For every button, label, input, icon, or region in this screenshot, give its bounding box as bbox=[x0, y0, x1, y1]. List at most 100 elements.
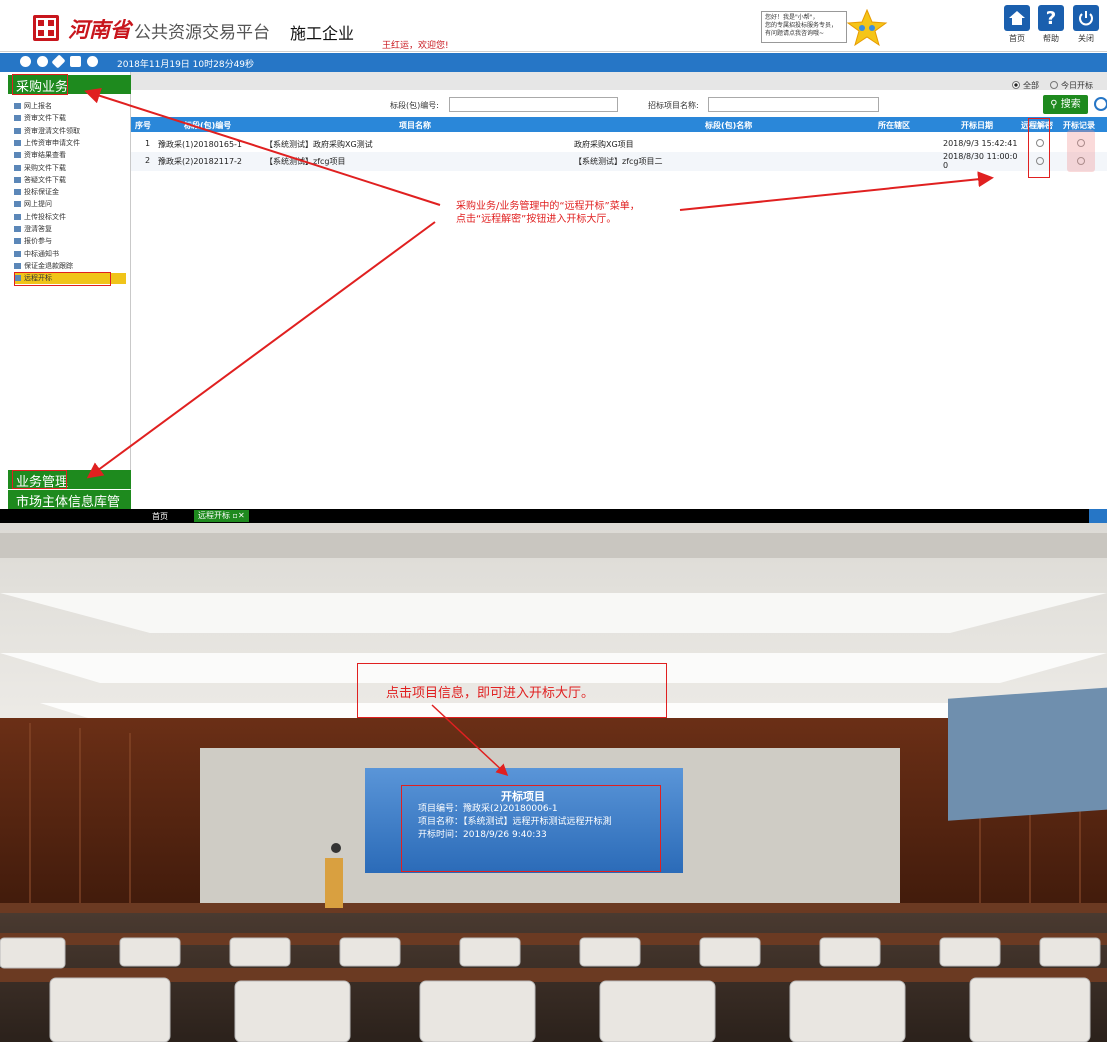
search-icon: ⚲ bbox=[1050, 99, 1058, 110]
section-no-input[interactable] bbox=[449, 97, 618, 112]
sidebar-item[interactable]: 资审文件下载 bbox=[14, 113, 66, 124]
tool-icon[interactable] bbox=[51, 54, 66, 69]
sidebar-item[interactable]: 保证金退款跟踪 bbox=[14, 261, 73, 272]
main-top-strip bbox=[131, 72, 1107, 90]
document-icon bbox=[14, 164, 21, 171]
close-button-label: 关闭 bbox=[1078, 34, 1094, 43]
document-icon bbox=[14, 139, 21, 146]
sidebar-item[interactable]: 网上报名 bbox=[14, 101, 52, 112]
mascot-star-icon[interactable] bbox=[846, 9, 888, 47]
business-menu-highlight bbox=[12, 470, 67, 489]
enterprise-type: 施工企业 bbox=[290, 24, 355, 43]
remote-opening-highlight bbox=[14, 272, 111, 287]
purchase-menu-highlight bbox=[12, 74, 68, 95]
sidebar-item[interactable]: 答疑文件下载 bbox=[14, 175, 66, 186]
col-region: 所在辖区 bbox=[878, 121, 910, 130]
assistant-bubble[interactable]: 您好！我是"小帮"， 您的专属招投标服务专员， 有问题请点我咨询哦~ bbox=[761, 11, 847, 43]
sidebar-item-label: 上传投标文件 bbox=[24, 212, 66, 221]
row-date: 2018/8/30 11:00:0 0 bbox=[943, 152, 1018, 170]
home-button-label: 首页 bbox=[1009, 34, 1025, 43]
document-icon bbox=[14, 250, 21, 257]
document-icon bbox=[14, 238, 21, 245]
tab-home[interactable]: 首页 bbox=[152, 511, 168, 522]
app-root: 河南省 公共资源交易平台 施工企业 王红运，欢迎您! 您好！我是"小帮"， 您的… bbox=[0, 0, 1107, 1042]
sidebar-item-label: 澄清答复 bbox=[24, 225, 52, 233]
hall-annotation-text: 点击项目信息，即可进入开标大厅。 bbox=[386, 686, 595, 701]
project-name-input[interactable] bbox=[708, 97, 879, 112]
row-date: 2018/9/3 15:42:41 bbox=[943, 139, 1018, 148]
main-panel: 全部 今日开标 标段(包)编号: 招标项目名称: ⚲ 搜索 序号 标段(包)编号… bbox=[131, 72, 1107, 509]
help-button[interactable]: ? 帮助 bbox=[1037, 5, 1065, 44]
col-project-name: 项目名称 bbox=[399, 121, 431, 130]
sidebar-item-label: 采购文件下载 bbox=[24, 163, 66, 172]
help-circle-icon[interactable] bbox=[87, 56, 98, 67]
sidebar-item-label: 资审文件下载 bbox=[24, 114, 66, 123]
sidebar-item[interactable]: 投标保证金 bbox=[14, 187, 59, 198]
annotation-line-2: 点击“远程解密”按钮进入开标大厅。 bbox=[456, 214, 617, 225]
sidebar-item-label: 网上提问 bbox=[24, 200, 52, 209]
sidebar-item-label: 网上报名 bbox=[24, 102, 52, 110]
tab-bar: 首页 远程开标 ▫✕ bbox=[0, 509, 1107, 523]
refresh-icon[interactable] bbox=[1094, 97, 1107, 111]
close-icon[interactable]: ▫✕ bbox=[233, 511, 245, 520]
project-info-highlight bbox=[401, 785, 661, 872]
settings-icon[interactable] bbox=[37, 56, 48, 67]
radio-today[interactable]: 今日开标 bbox=[1050, 80, 1093, 91]
sidebar-item-label: 报价参与 bbox=[24, 237, 52, 246]
row-code: 豫政采(2)20182117-2 bbox=[158, 157, 243, 166]
search-button[interactable]: ⚲ 搜索 bbox=[1043, 95, 1088, 114]
sidebar-item[interactable]: 澄清答复 bbox=[14, 224, 52, 235]
row-project: 【系统测试】zfcg项目 bbox=[265, 157, 346, 166]
row-project: 【系统测试】政府采购XG测试 bbox=[265, 140, 373, 149]
opening-hall: 点击项目信息，即可进入开标大厅。 开标项目 项目编号：豫政采(2)2018000… bbox=[0, 523, 1107, 1042]
sidebar-item-label: 答疑文件下载 bbox=[24, 175, 66, 184]
menu-market[interactable]: 市场主体信息库管理 bbox=[8, 490, 131, 529]
sidebar-item[interactable]: 上传投标文件 bbox=[14, 212, 66, 223]
sidebar-item[interactable]: 网上提问 bbox=[14, 199, 52, 210]
document-icon bbox=[14, 189, 21, 196]
sidebar-item[interactable]: 上传资审申请文件 bbox=[14, 138, 80, 149]
province-title: 河南省 bbox=[68, 18, 131, 42]
tab-remote-opening[interactable]: 远程开标 ▫✕ bbox=[194, 510, 249, 522]
row-section: 政府采购XG项目 bbox=[574, 140, 634, 149]
gift-icon[interactable] bbox=[70, 56, 81, 67]
row-no: 1 bbox=[145, 139, 151, 148]
welcome-text: 王红运，欢迎您! bbox=[382, 41, 449, 51]
home-button[interactable]: 首页 bbox=[1003, 5, 1031, 44]
platform-title: 公共资源交易平台 bbox=[134, 23, 270, 43]
document-icon bbox=[14, 176, 21, 183]
section-no-label: 标段(包)编号: bbox=[390, 101, 439, 110]
tab-remote-opening-label: 远程开标 bbox=[198, 511, 230, 520]
toolbar: 2018年11月19日 10时28分49秒 bbox=[0, 53, 1107, 72]
help-button-label: 帮助 bbox=[1043, 34, 1059, 43]
sidebar: 采购业务 网上报名 资审文件下载 资审澄清文件领取 上传资审申请文件 资审结果查看 采购文… bbox=[0, 72, 131, 529]
close-button[interactable]: 关闭 bbox=[1072, 5, 1100, 44]
sidebar-item-label: 资审澄清文件领取 bbox=[24, 126, 80, 135]
row-section: 【系统测试】zfcg项目二 bbox=[574, 157, 663, 166]
current-datetime: 2018年11月19日 10时28分49秒 bbox=[117, 60, 255, 70]
sidebar-item[interactable]: 中标通知书 bbox=[14, 249, 59, 260]
col-section-name: 标段(包)名称 bbox=[705, 121, 753, 130]
sidebar-item[interactable]: 资审结果查看 bbox=[14, 150, 66, 161]
row-no: 2 bbox=[145, 156, 151, 165]
document-icon bbox=[14, 127, 21, 134]
message-icon[interactable] bbox=[20, 56, 31, 67]
radio-all[interactable]: 全部 bbox=[1012, 80, 1039, 91]
table-row: 1 豫政采(1)20180165-1 【系统测试】政府采购XG测试 政府采购XG… bbox=[131, 135, 1107, 151]
col-open-date: 开标日期 bbox=[961, 121, 993, 130]
record-highlight bbox=[1067, 130, 1095, 172]
sidebar-item[interactable]: 采购文件下载 bbox=[14, 163, 66, 174]
col-no: 序号 bbox=[135, 121, 151, 130]
menu-icon[interactable] bbox=[1089, 509, 1107, 523]
sidebar-item[interactable]: 报价参与 bbox=[14, 236, 52, 247]
help-icon: ? bbox=[1045, 7, 1057, 29]
document-icon bbox=[14, 115, 21, 122]
sidebar-item-label: 投标保证金 bbox=[24, 188, 59, 197]
sidebar-item-label: 上传资审申请文件 bbox=[24, 138, 80, 147]
document-icon bbox=[14, 152, 21, 159]
document-icon bbox=[14, 226, 21, 232]
document-icon bbox=[14, 262, 21, 269]
sidebar-item[interactable]: 资审澄清文件领取 bbox=[14, 126, 80, 137]
document-icon bbox=[14, 213, 21, 220]
search-button-label: 搜索 bbox=[1060, 99, 1081, 110]
